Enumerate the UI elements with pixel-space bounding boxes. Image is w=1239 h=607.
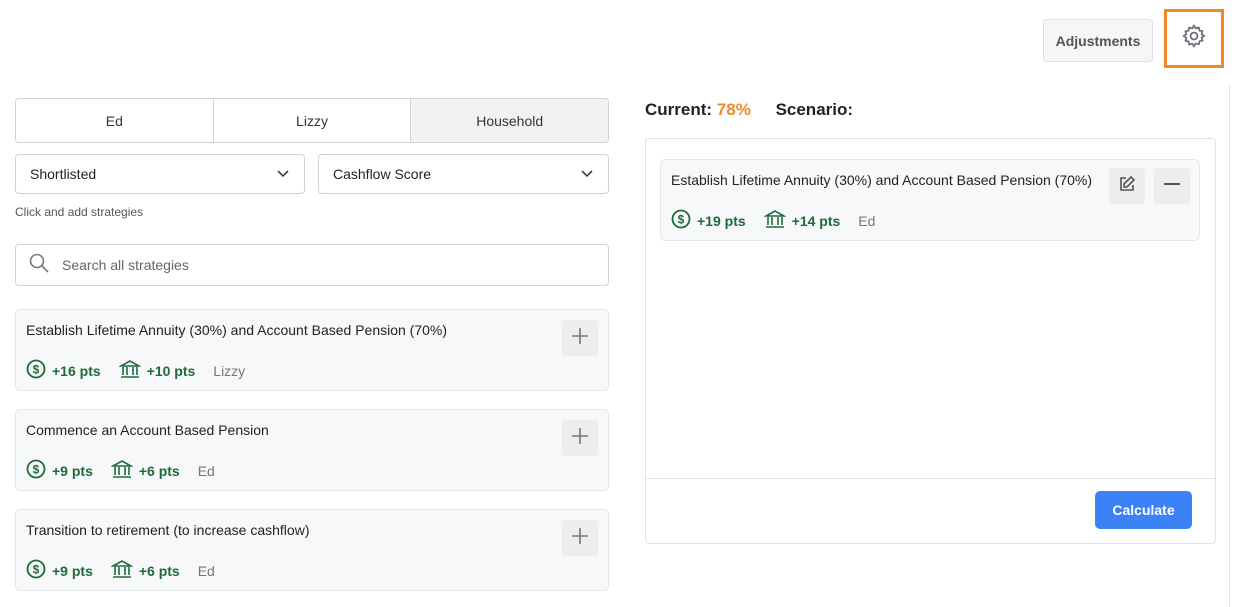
tab-lizzy[interactable]: Lizzy <box>214 99 412 142</box>
cashflow-points: +19 pts <box>697 212 746 229</box>
asset-points: +6 pts <box>138 562 180 579</box>
scenario-panel: Establish Lifetime Annuity (30%) and Acc… <box>645 138 1216 544</box>
dollar-circle-icon: $ <box>26 459 52 482</box>
right-panel-edge <box>1229 85 1230 607</box>
bank-icon <box>109 459 139 482</box>
calculate-button[interactable]: Calculate <box>1095 491 1192 529</box>
minus-icon <box>1163 175 1181 198</box>
svg-text:$: $ <box>33 563 40 577</box>
score-status: Current: 78% Scenario: <box>645 100 853 120</box>
strategy-owner: Ed <box>858 212 876 229</box>
add-strategy-button[interactable] <box>562 420 598 456</box>
plus-icon <box>571 427 589 450</box>
current-label: Current: <box>645 100 713 119</box>
person-tabs: Ed Lizzy Household <box>15 98 609 143</box>
sort-value: Cashflow Score <box>333 166 432 182</box>
strategy-title: Transition to retirement (to increase ca… <box>26 522 310 538</box>
strategy-search <box>15 244 609 286</box>
tab-household[interactable]: Household <box>411 99 608 142</box>
asset-points: +6 pts <box>138 462 180 479</box>
edit-icon <box>1118 175 1136 198</box>
remove-strategy-button[interactable] <box>1154 168 1190 204</box>
bank-icon <box>117 359 147 382</box>
asset-points: +14 pts <box>791 212 841 229</box>
strategy-card: Commence an Account Based Pension $ +9 pt… <box>15 409 609 491</box>
svg-text:$: $ <box>33 463 40 477</box>
current-score: 78% <box>716 100 751 119</box>
list-filter-value: Shortlisted <box>30 166 97 182</box>
strategy-owner: Ed <box>197 462 215 479</box>
list-filter-select[interactable]: Shortlisted <box>15 154 305 194</box>
sort-select[interactable]: Cashflow Score <box>318 154 609 194</box>
add-strategy-button[interactable] <box>562 520 598 556</box>
add-strategy-button[interactable] <box>562 320 598 356</box>
chevron-down-icon <box>276 166 290 183</box>
chevron-down-icon <box>580 166 594 183</box>
dollar-circle-icon: $ <box>671 209 697 232</box>
adjustments-button[interactable]: Adjustments <box>1043 19 1153 62</box>
svg-text:$: $ <box>33 363 40 377</box>
asset-points: +10 pts <box>146 362 196 379</box>
scenario-label: Scenario: <box>775 100 854 119</box>
gear-icon <box>1181 23 1207 54</box>
cashflow-points: +9 pts <box>52 562 93 579</box>
svg-text:$: $ <box>678 213 685 227</box>
cashflow-points: +16 pts <box>52 362 101 379</box>
dollar-circle-icon: $ <box>26 359 52 382</box>
strategy-title: Commence an Account Based Pension <box>26 422 269 438</box>
scenario-strategy-card: Establish Lifetime Annuity (30%) and Acc… <box>660 159 1200 241</box>
search-icon <box>28 252 50 279</box>
strategy-card: Establish Lifetime Annuity (30%) and Acc… <box>15 309 609 391</box>
plus-icon <box>571 527 589 550</box>
strategy-title: Establish Lifetime Annuity (30%) and Acc… <box>26 322 448 338</box>
bank-icon <box>762 209 792 232</box>
plus-icon <box>571 327 589 350</box>
bank-icon <box>109 559 139 582</box>
dollar-circle-icon: $ <box>26 559 52 582</box>
cashflow-points: +9 pts <box>52 462 93 479</box>
add-strategies-hint: Click and add strategies <box>15 205 144 219</box>
strategy-title: Establish Lifetime Annuity (30%) and Acc… <box>671 172 1093 188</box>
strategy-card: Transition to retirement (to increase ca… <box>15 509 609 591</box>
strategy-owner: Ed <box>197 562 215 579</box>
panel-divider <box>646 478 1215 479</box>
settings-button[interactable] <box>1164 9 1224 68</box>
tab-ed[interactable]: Ed <box>16 99 214 142</box>
edit-strategy-button[interactable] <box>1109 168 1145 204</box>
search-input[interactable] <box>62 257 582 273</box>
strategy-owner: Lizzy <box>213 362 246 379</box>
